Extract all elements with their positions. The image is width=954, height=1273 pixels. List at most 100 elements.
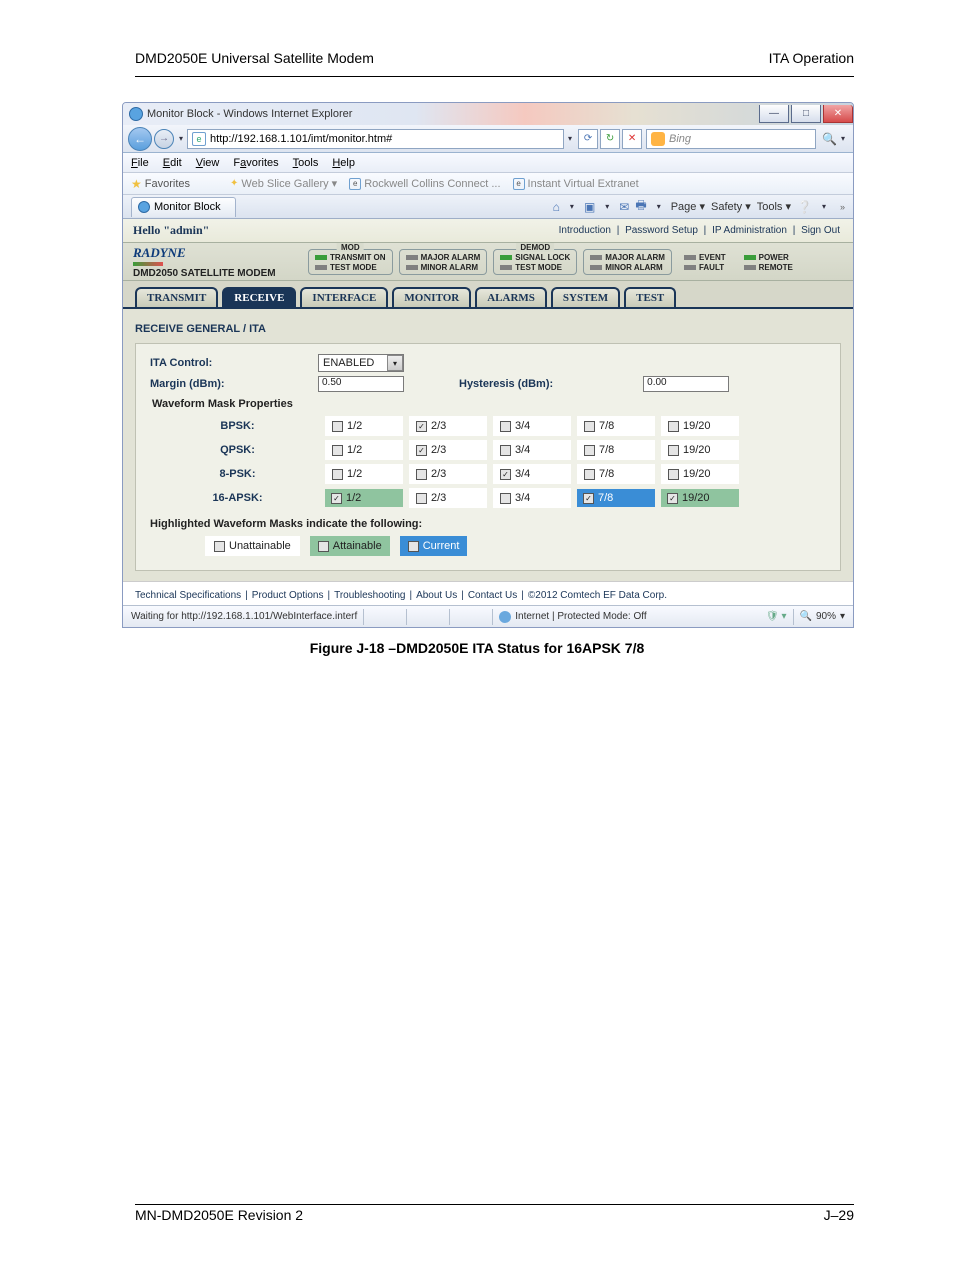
search-input[interactable]: Bing — [646, 129, 816, 149]
back-button[interactable]: ← — [128, 127, 152, 151]
mask-checkbox[interactable] — [416, 493, 427, 504]
page-tab[interactable]: Monitor Block — [131, 197, 236, 217]
tools-menu[interactable]: Tools ▾ — [757, 200, 791, 213]
menu-edit[interactable]: Edit — [163, 157, 182, 169]
tab-monitor[interactable]: MONITOR — [392, 287, 471, 307]
mask-checkbox[interactable] — [500, 493, 511, 504]
mask-checkbox[interactable] — [667, 493, 678, 504]
mask-cell[interactable]: 19/20 — [661, 416, 739, 436]
link-ip-admin[interactable]: IP Administration — [712, 225, 787, 236]
link-sign-out[interactable]: Sign Out — [801, 225, 840, 236]
hysteresis-input[interactable]: 0.00 — [643, 376, 729, 392]
mask-checkbox[interactable] — [500, 445, 511, 456]
mask-cell[interactable]: 19/20 — [661, 440, 739, 460]
margin-input[interactable]: 0.50 — [318, 376, 404, 392]
refresh-button[interactable]: ↻ — [600, 129, 620, 149]
mask-cell[interactable]: 3/4 — [493, 464, 571, 484]
safety-menu[interactable]: Safety ▾ — [711, 200, 751, 213]
zoom-icon[interactable]: 🔍 — [800, 611, 812, 622]
mask-checkbox[interactable] — [584, 445, 595, 456]
footer-link[interactable]: Troubleshooting — [334, 590, 405, 601]
mask-cell[interactable]: 1/2 — [325, 416, 403, 436]
favorites-label[interactable]: Favorites — [145, 178, 190, 190]
tab-transmit[interactable]: TRANSMIT — [135, 287, 218, 307]
mask-checkbox[interactable] — [584, 421, 595, 432]
mask-checkbox[interactable] — [416, 445, 427, 456]
feeds-icon[interactable]: ▣ — [584, 200, 595, 214]
forward-button[interactable]: → — [154, 129, 174, 149]
mask-checkbox[interactable] — [668, 469, 679, 480]
overflow-icon[interactable]: » — [840, 202, 845, 212]
menu-favorites[interactable]: Favorites — [233, 157, 278, 169]
legend: Highlighted Waveform Masks indicate the … — [150, 518, 826, 556]
window-maximize-button[interactable]: □ — [791, 105, 821, 123]
mask-cell[interactable]: 1/2 — [325, 440, 403, 460]
mask-cell[interactable]: 7/8 — [577, 440, 655, 460]
link-introduction[interactable]: Introduction — [559, 225, 611, 236]
link-password-setup[interactable]: Password Setup — [625, 225, 698, 236]
help-icon[interactable]: ❔ — [797, 200, 812, 214]
mask-checkbox[interactable] — [331, 493, 342, 504]
protection-icon[interactable]: 🛡 ▾ — [766, 611, 787, 622]
tab-receive[interactable]: RECEIVE — [222, 287, 296, 307]
stop-button[interactable]: ✕ — [622, 129, 642, 149]
mask-checkbox[interactable] — [583, 493, 594, 504]
star-icon: ★ — [131, 177, 142, 191]
fav-extranet[interactable]: Instant Virtual Extranet — [528, 178, 639, 190]
address-input[interactable]: e http://192.168.1.101/imt/monitor.htm# — [187, 129, 564, 149]
tab-interface[interactable]: INTERFACE — [300, 287, 388, 307]
search-icon[interactable]: 🔍 — [822, 132, 837, 146]
fav-webslice[interactable]: Web Slice Gallery ▾ — [241, 177, 337, 190]
mask-cell[interactable]: 3/4 — [493, 440, 571, 460]
mask-cell[interactable]: 2/3 — [409, 416, 487, 436]
mask-checkbox[interactable] — [332, 469, 343, 480]
mask-cell[interactable]: 2/3 — [409, 464, 487, 484]
mask-checkbox[interactable] — [416, 421, 427, 432]
window-close-button[interactable]: ✕ — [823, 105, 853, 123]
mask-cell[interactable]: 2/3 — [409, 440, 487, 460]
mask-checkbox[interactable] — [584, 469, 595, 480]
mask-checkbox[interactable] — [500, 421, 511, 432]
zoom-dropdown[interactable]: ▾ — [840, 611, 845, 622]
mask-cell[interactable]: 19/20 — [661, 464, 739, 484]
mask-cell[interactable]: 7/8 — [577, 416, 655, 436]
search-dropdown[interactable]: ▾ — [837, 134, 849, 143]
main-tab-bar: TRANSMITRECEIVEINTERFACEMONITORALARMSSYS… — [123, 281, 853, 309]
menu-tools[interactable]: Tools — [293, 157, 319, 169]
mask-cell[interactable]: 3/4 — [493, 416, 571, 436]
nav-history-dropdown[interactable]: ▾ — [175, 134, 187, 143]
mask-checkbox[interactable] — [332, 445, 343, 456]
compat-view-button[interactable]: ⟳ — [578, 129, 598, 149]
mask-checkbox[interactable] — [332, 421, 343, 432]
address-dropdown[interactable]: ▾ — [564, 134, 576, 143]
print-icon[interactable]: 🖶 — [635, 196, 646, 217]
footer-link[interactable]: Contact Us — [468, 590, 517, 601]
mask-cell[interactable]: 3/4 — [493, 488, 571, 508]
mask-cell[interactable]: 1/2 — [325, 464, 403, 484]
mask-checkbox[interactable] — [500, 469, 511, 480]
label-event: EVENT — [699, 253, 726, 262]
mask-cell[interactable]: 2/3 — [409, 488, 487, 508]
fav-rockwell[interactable]: Rockwell Collins Connect ... — [364, 178, 500, 190]
footer-link[interactable]: About Us — [416, 590, 457, 601]
mask-checkbox[interactable] — [416, 469, 427, 480]
menu-help[interactable]: Help — [332, 157, 355, 169]
mask-cell[interactable]: 7/8 — [577, 464, 655, 484]
tab-test[interactable]: TEST — [624, 287, 676, 307]
mask-cell[interactable]: 19/20 — [661, 489, 739, 507]
footer-link[interactable]: Product Options — [252, 590, 324, 601]
footer-link[interactable]: Technical Specifications — [135, 590, 241, 601]
mask-checkbox[interactable] — [668, 421, 679, 432]
ita-control-select[interactable]: ENABLED ▾ — [318, 354, 404, 372]
mask-cell[interactable]: 7/8 — [577, 489, 655, 507]
tab-system[interactable]: SYSTEM — [551, 287, 620, 307]
page-menu[interactable]: Page ▾ — [671, 200, 705, 213]
mail-icon[interactable]: ✉ — [619, 200, 629, 214]
home-icon[interactable]: ⌂ — [553, 200, 560, 214]
menu-file[interactable]: File — [131, 157, 149, 169]
mask-cell[interactable]: 1/2 — [325, 489, 403, 507]
mask-checkbox[interactable] — [668, 445, 679, 456]
window-minimize-button[interactable]: — — [759, 105, 789, 123]
menu-view[interactable]: View — [196, 157, 220, 169]
tab-alarms[interactable]: ALARMS — [475, 287, 547, 307]
